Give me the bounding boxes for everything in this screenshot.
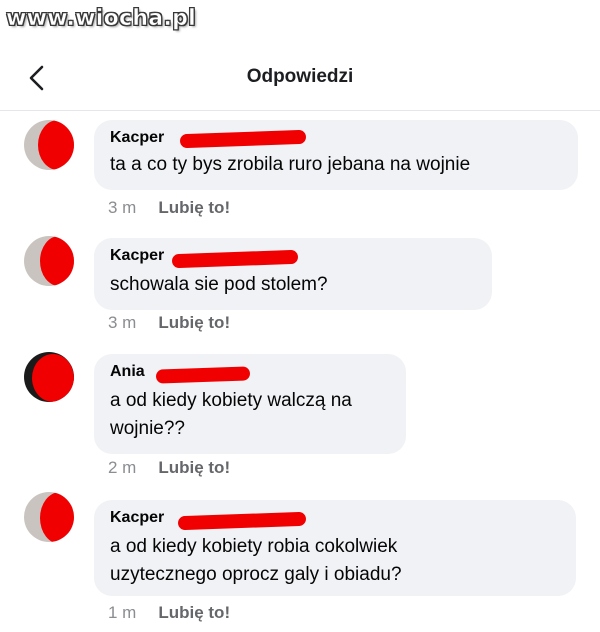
comment-author[interactable]: Kacper [110,247,476,269]
avatar[interactable] [24,352,74,402]
comment-bubble: Kacper ta a co ty bys zrobila ruro jeban… [94,120,578,190]
avatar-redaction [38,120,74,170]
avatar[interactable] [24,492,74,542]
name-redaction [171,249,299,269]
like-button[interactable]: Lubię to! [158,198,230,217]
comment-text: a od kiedy kobiety walczą na wojnie?? [110,390,352,439]
avatar[interactable] [24,236,74,286]
name-redaction [177,511,307,531]
like-button[interactable]: Lubię to! [158,458,230,477]
comment-meta: 3 m Lubię to! [108,313,230,333]
comment-time[interactable]: 3 m [108,313,136,332]
comment-meta: 1 m Lubię to! [108,603,230,623]
comment-bubble: Kacper schowala sie pod stolem? [94,238,492,310]
avatar-redaction [40,236,74,286]
name-redaction [155,366,251,384]
top-bar: Odpowiedzi [0,52,600,111]
comment-author[interactable]: Ania [110,363,390,384]
comment-author[interactable]: Kacper [110,509,560,531]
comment-bubble: Kacper a od kiedy kobiety robia cokolwie… [94,500,576,596]
avatar[interactable] [24,120,74,170]
comment-time[interactable]: 1 m [108,603,136,622]
comment-meta: 3 m Lubię to! [108,198,230,218]
comment-bubble: Ania a od kiedy kobiety walczą na wojnie… [94,354,406,454]
comment-meta: 2 m Lubię to! [108,458,230,478]
page-title: Odpowiedzi [246,66,354,87]
comment-author[interactable]: Kacper [110,129,562,149]
watermark-logo: www.wiocha.pl [6,6,196,32]
comment-text: schowala sie pod stolem? [110,274,328,295]
avatar-redaction [40,492,74,542]
like-button[interactable]: Lubię to! [158,313,230,332]
avatar-redaction [32,354,74,402]
comment-time[interactable]: 3 m [108,198,136,217]
like-button[interactable]: Lubię to! [158,603,230,622]
comment-text: a od kiedy kobiety robia cokolwiek uzyte… [110,536,402,585]
comment-time[interactable]: 2 m [108,458,136,477]
name-redaction [179,129,307,149]
comment-text: ta a co ty bys zrobila ruro jebana na wo… [110,154,471,175]
